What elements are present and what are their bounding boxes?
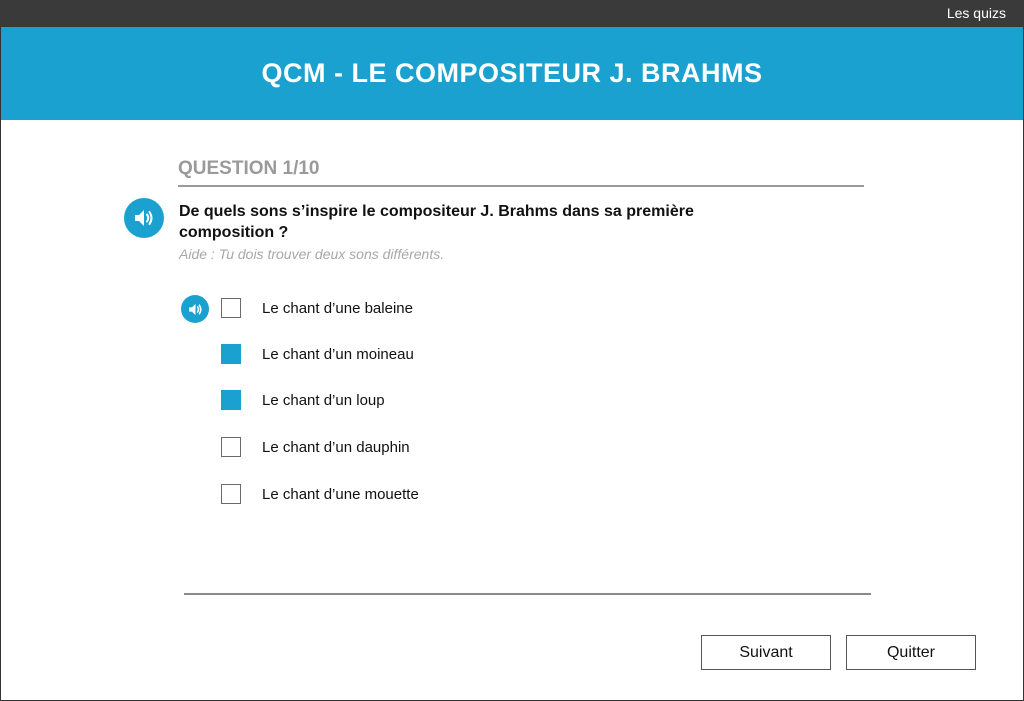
- quit-button[interactable]: Quitter: [846, 635, 976, 670]
- question-hint: Aide : Tu dois trouver deux sons différe…: [179, 246, 445, 262]
- answer-label: Le chant d’un loup: [262, 391, 385, 409]
- answer-label: Le chant d’un dauphin: [262, 438, 410, 456]
- answer-option[interactable]: Le chant d’un moineau: [221, 343, 414, 365]
- quiz-title: QCM - LE COMPOSITEUR J. BRAHMS: [261, 58, 763, 88]
- option-audio-button[interactable]: [181, 295, 209, 323]
- answer-label: Le chant d’une mouette: [262, 485, 419, 503]
- answer-option[interactable]: Le chant d’une mouette: [221, 483, 419, 505]
- speaker-icon: [135, 210, 153, 226]
- answer-label: Le chant d’un moineau: [262, 345, 414, 363]
- answer-checkbox[interactable]: [221, 484, 241, 504]
- answer-checkbox[interactable]: [221, 298, 241, 318]
- answer-option[interactable]: Le chant d’un loup: [221, 389, 385, 411]
- next-button[interactable]: Suivant: [701, 635, 831, 670]
- footer-divider: [184, 593, 871, 595]
- header-divider: [178, 185, 864, 187]
- answer-option[interactable]: Le chant d’une baleine: [221, 297, 413, 319]
- quizzes-link[interactable]: Les quizs: [947, 5, 1006, 21]
- answer-checkbox[interactable]: [221, 390, 241, 410]
- answer-option[interactable]: Le chant d’un dauphin: [221, 436, 410, 458]
- answer-label: Le chant d’une baleine: [262, 299, 413, 317]
- question-number: QUESTION 1/10: [178, 158, 320, 179]
- question-audio-button[interactable]: [124, 198, 164, 238]
- top-bar: Les quizs: [0, 0, 1024, 27]
- answer-checkbox[interactable]: [221, 437, 241, 457]
- question-text: De quels sons s’inspire le compositeur J…: [179, 203, 694, 241]
- quiz-header: QCM - LE COMPOSITEUR J. BRAHMS: [1, 27, 1023, 120]
- answer-checkbox[interactable]: [221, 344, 241, 364]
- speaker-icon: [188, 303, 202, 315]
